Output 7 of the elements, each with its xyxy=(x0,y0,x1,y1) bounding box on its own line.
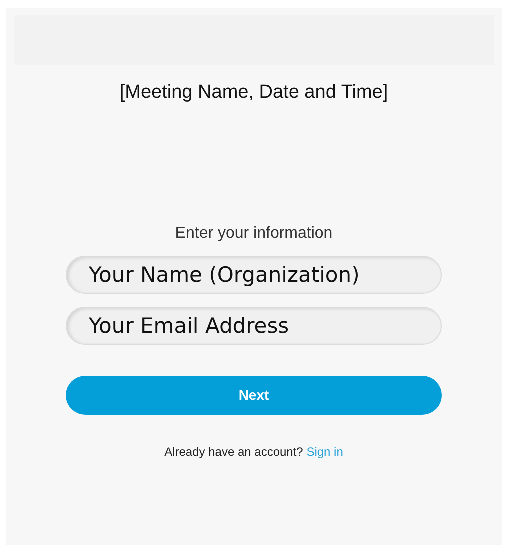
input-field[interactable]: Your Name (Organization) xyxy=(66,256,442,294)
sign-in-prompt: Already have an account? Sign in xyxy=(164,444,344,460)
sign-in-link[interactable]: Sign in xyxy=(306,445,344,459)
meeting-title: [Meeting Name, Date and Time] xyxy=(120,81,388,105)
form-heading: Enter your information xyxy=(175,224,333,244)
input-field[interactable]: Your Email Address xyxy=(66,307,442,345)
next-button[interactable]: Next xyxy=(66,376,442,415)
